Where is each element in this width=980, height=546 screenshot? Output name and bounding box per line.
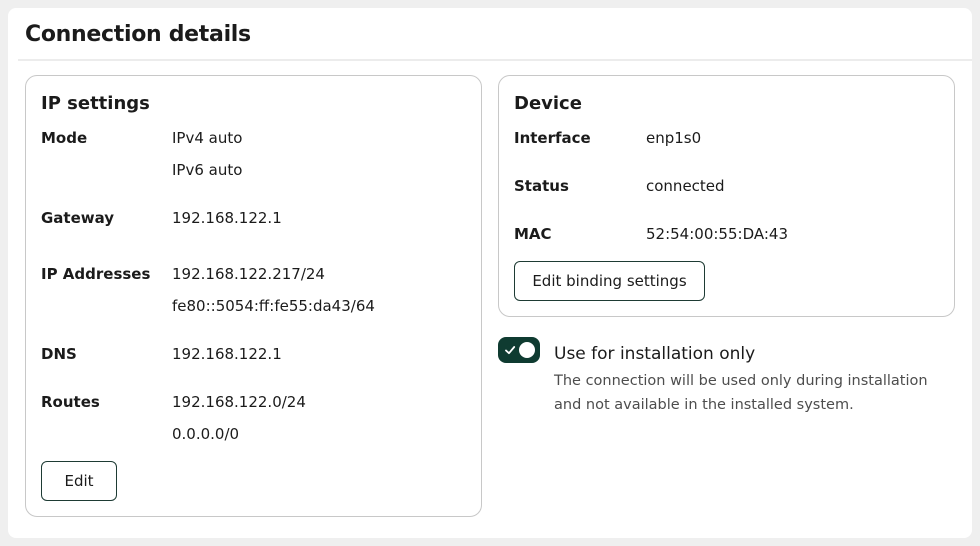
device-title: Device xyxy=(514,93,582,114)
route-value-1: 192.168.122.0/24 xyxy=(172,393,306,411)
status-label: Status xyxy=(514,177,569,195)
gateway-label: Gateway xyxy=(41,209,115,227)
ip-address-value-v4: 192.168.122.217/24 xyxy=(172,265,325,283)
ip-settings-title: IP settings xyxy=(41,93,150,114)
dns-label: DNS xyxy=(41,345,77,363)
interface-label: Interface xyxy=(514,129,591,147)
mode-value-ipv4: IPv4 auto xyxy=(172,129,243,147)
routes-label: Routes xyxy=(41,393,100,411)
mac-value: 52:54:00:55:DA:43 xyxy=(646,225,788,243)
title-divider xyxy=(18,59,972,61)
mode-label: Mode xyxy=(41,129,88,147)
interface-value: enp1s0 xyxy=(646,129,702,147)
check-icon xyxy=(505,346,516,355)
installation-only-toggle[interactable] xyxy=(498,337,540,363)
mode-value-ipv6: IPv6 auto xyxy=(172,161,243,179)
installation-only-help: The connection will be used only during … xyxy=(554,373,928,413)
status-value: connected xyxy=(646,177,725,195)
ip-settings-card: IP settings Mode IPv4 auto IPv6 auto Gat… xyxy=(25,75,482,517)
mac-label: MAC xyxy=(514,225,552,243)
gateway-value: 192.168.122.1 xyxy=(172,209,282,227)
ip-addresses-label: IP Addresses xyxy=(41,265,151,283)
dns-value: 192.168.122.1 xyxy=(172,345,282,363)
page-title: Connection details xyxy=(25,22,251,47)
toggle-knob xyxy=(519,342,535,358)
installation-only-label[interactable]: Use for installation only xyxy=(554,344,755,364)
connection-details-panel: Connection details IP settings Mode IPv4… xyxy=(8,8,972,538)
route-value-2: 0.0.0.0/0 xyxy=(172,425,240,443)
device-card: Device Interface enp1s0 Status connected… xyxy=(498,75,955,317)
ip-address-value-v6: fe80::5054:ff:fe55:da43/64 xyxy=(172,297,375,315)
edit-ip-settings-button[interactable]: Edit xyxy=(41,461,117,501)
edit-binding-settings-button[interactable]: Edit binding settings xyxy=(514,261,705,301)
